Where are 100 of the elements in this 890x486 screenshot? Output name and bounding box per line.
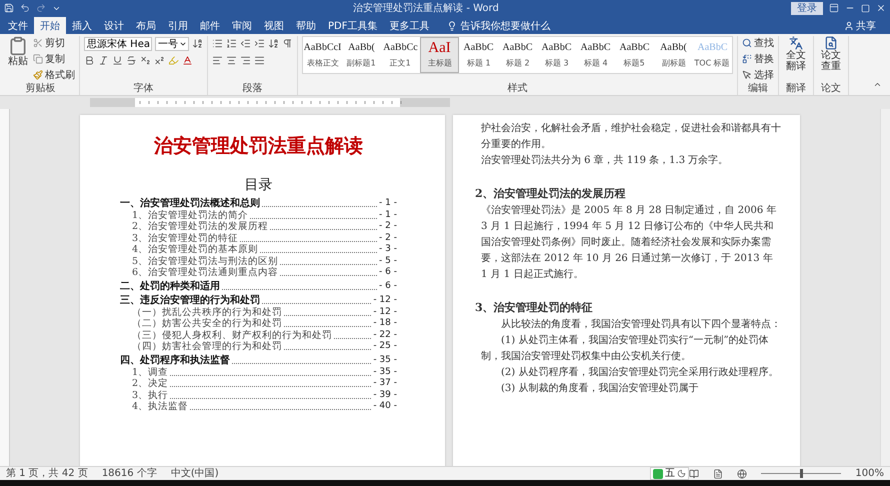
align-center-icon[interactable] (226, 55, 237, 66)
ribbon-tab[interactable]: 邮件 (194, 17, 226, 34)
increase-indent-icon[interactable] (254, 38, 265, 49)
format-painter-button[interactable]: 格式刷 (33, 68, 75, 82)
font-color-icon[interactable] (182, 55, 193, 66)
toc-page-number: - 3 - (379, 244, 397, 255)
style-item[interactable]: AaI 主标题 (420, 37, 459, 73)
paste-button[interactable]: 粘贴 (6, 36, 30, 83)
close-icon[interactable] (876, 3, 886, 13)
find-button[interactable]: 查找 (742, 36, 774, 50)
ribbon-tab[interactable]: 设计 (98, 17, 130, 34)
toc-entry: 四、处罚程序和执法监督 (120, 355, 230, 366)
paragraph: (3) 从制裁的角度看，我国治安管理处罚属于 (500, 382, 700, 396)
toc-entry: 2、决定 (132, 378, 168, 389)
moon-icon[interactable] (677, 469, 686, 478)
pilcrow-icon[interactable] (282, 38, 293, 49)
toc-page-number: - 40 - (373, 401, 397, 412)
toc-entry: 2、治安管理处罚法的发展历程 (132, 221, 268, 232)
ribbon-tab[interactable]: PDF工具集 (322, 17, 384, 34)
superscript-icon[interactable] (154, 55, 165, 66)
toc-page-number: - 1 - (379, 198, 397, 209)
undo-icon[interactable] (20, 3, 30, 13)
ribbon-tab[interactable]: 更多工具 (383, 17, 436, 34)
paragraph: (1) 从处罚主体看，我国治安管理处罚实行“一元制”的处罚体制，我国治安管理处罚权集中由公安机关行使。 (481, 334, 770, 364)
toc-entry: 一、治安管理处罚法概述和总则 (120, 198, 260, 209)
numbering-icon[interactable] (226, 38, 237, 49)
pointer-icon (742, 70, 752, 80)
toc-page-number: - 39 - (373, 390, 397, 400)
scissors-icon (33, 38, 43, 48)
tell-me-search[interactable]: 告诉我你想要做什么 (441, 17, 556, 34)
ribbon-tab[interactable]: 文件 (2, 17, 34, 34)
lightbulb-icon (447, 20, 458, 30)
toc-entry: 1、调查 (132, 366, 168, 378)
login-button[interactable]: 登录 (791, 2, 823, 14)
italic-icon[interactable] (98, 55, 109, 66)
toc-entry: 三、违反治安管理的行为和处罚 (120, 295, 260, 306)
language: 中文(中国) (170, 468, 219, 480)
translate-button[interactable]: 全文翻译 (783, 36, 809, 83)
ribbon-tab[interactable]: 审阅 (226, 17, 258, 34)
save-icon[interactable] (4, 3, 14, 13)
bold-icon[interactable] (84, 55, 95, 66)
toc-page-number: - 25 - (373, 341, 397, 352)
document-search-icon (824, 36, 838, 50)
group-label: 样式 (506, 83, 528, 95)
strikethrough-icon[interactable] (126, 55, 137, 66)
toc-page-number: - 35 - (373, 355, 397, 366)
paper-check-button[interactable]: 论文查重 (818, 36, 844, 83)
select-button[interactable]: 选择 (742, 68, 774, 82)
paragraph: 从比较法的角度看，我国治安管理处罚具有以下四个显著特点： (500, 318, 782, 332)
font-size-field[interactable]: 一号 (155, 36, 189, 50)
ribbon-tab[interactable]: 布局 (130, 17, 162, 34)
group-label: 翻译 (785, 83, 807, 95)
ribbon-tab[interactable]: 视图 (258, 17, 290, 34)
paragraph: 治安管理处罚法共分为 6 章，共 119 条，1.3 万余字。 (481, 154, 730, 168)
paragraph: 《治安管理处罚法》是 2005 年 8 月 28 日制定通过，自 2006 年 3 月 1 日起施行，1994 年 5 月 12 日修订公布的《中华人民共和国治安管理处罚条例》同时废止。随着经济社会发展和实际办案需要，这部法在 2012 年 10 月 26 日通过第一次修订，于 2013 年 1 月 1 日起正式施行。 (481, 204, 778, 282)
web-layout-icon[interactable] (737, 468, 748, 478)
decrease-indent-icon[interactable] (240, 38, 251, 49)
align-left-icon[interactable] (212, 55, 223, 66)
ribbon-tab[interactable]: 引用 (162, 17, 194, 34)
replace-button[interactable]: 替换 (742, 52, 774, 66)
justify-icon[interactable] (254, 55, 265, 66)
paragraph: (2) 从处罚程序看，我国治安管理处罚完全采用行政处理程序。 (500, 366, 780, 380)
cut-button[interactable]: 剪切 (33, 36, 75, 50)
font-name-field[interactable]: 思源宋体 Hea (84, 36, 152, 50)
redo-icon[interactable] (36, 3, 46, 13)
group-label: 编辑 (747, 83, 769, 95)
ribbon-tab[interactable]: 帮助 (290, 17, 322, 34)
underline-icon[interactable] (112, 55, 123, 66)
paintbrush-icon (33, 70, 43, 80)
align-right-icon[interactable] (240, 55, 251, 66)
toc-page-number: - 1 - (379, 210, 397, 220)
read-mode-icon[interactable] (689, 468, 700, 478)
toc-entry: 二、处罚的种类和适用 (120, 281, 220, 292)
ribbon-tab[interactable]: 插入 (66, 17, 98, 34)
copy-button[interactable]: 复制 (33, 52, 75, 66)
zoom-slider-thumb[interactable] (800, 469, 804, 478)
restore-icon[interactable] (861, 4, 870, 12)
ime-mode[interactable]: 五 (665, 468, 675, 479)
share-button[interactable]: 共享 (838, 17, 882, 34)
collapse-ribbon-icon[interactable] (873, 80, 882, 89)
toc-entry: 1、治安管理处罚法的简介 (132, 210, 248, 220)
scrollbar[interactable] (880, 109, 890, 466)
ime-logo-icon[interactable] (653, 468, 663, 478)
toc-entry: （四）妨害社会管理的行为和处罚 (132, 341, 282, 352)
word-count: 18616 个字 (102, 468, 157, 480)
document-title: 治安管理处罚法重点解读 (152, 134, 364, 159)
replace-icon (742, 54, 752, 64)
toc-entry: 5、治安管理处罚法与刑法的区别 (132, 256, 278, 266)
sort-icon[interactable] (268, 38, 279, 49)
subscript-icon[interactable] (140, 55, 151, 66)
font-size-value: 一号 (158, 38, 178, 50)
font-name-value: 思源宋体 Hea (87, 38, 150, 50)
toc-entry: 3、执行 (132, 390, 168, 400)
toc-page-number: - 12 - (373, 295, 397, 306)
ribbon-tab[interactable]: 开始 (34, 17, 66, 34)
group-label: 论文 (820, 83, 842, 95)
toc-entry: 4、执法监督 (132, 401, 188, 412)
ribbon-display-icon[interactable] (829, 3, 839, 13)
toc-page-number: - 6 - (379, 281, 397, 292)
print-layout-icon[interactable] (713, 468, 724, 478)
